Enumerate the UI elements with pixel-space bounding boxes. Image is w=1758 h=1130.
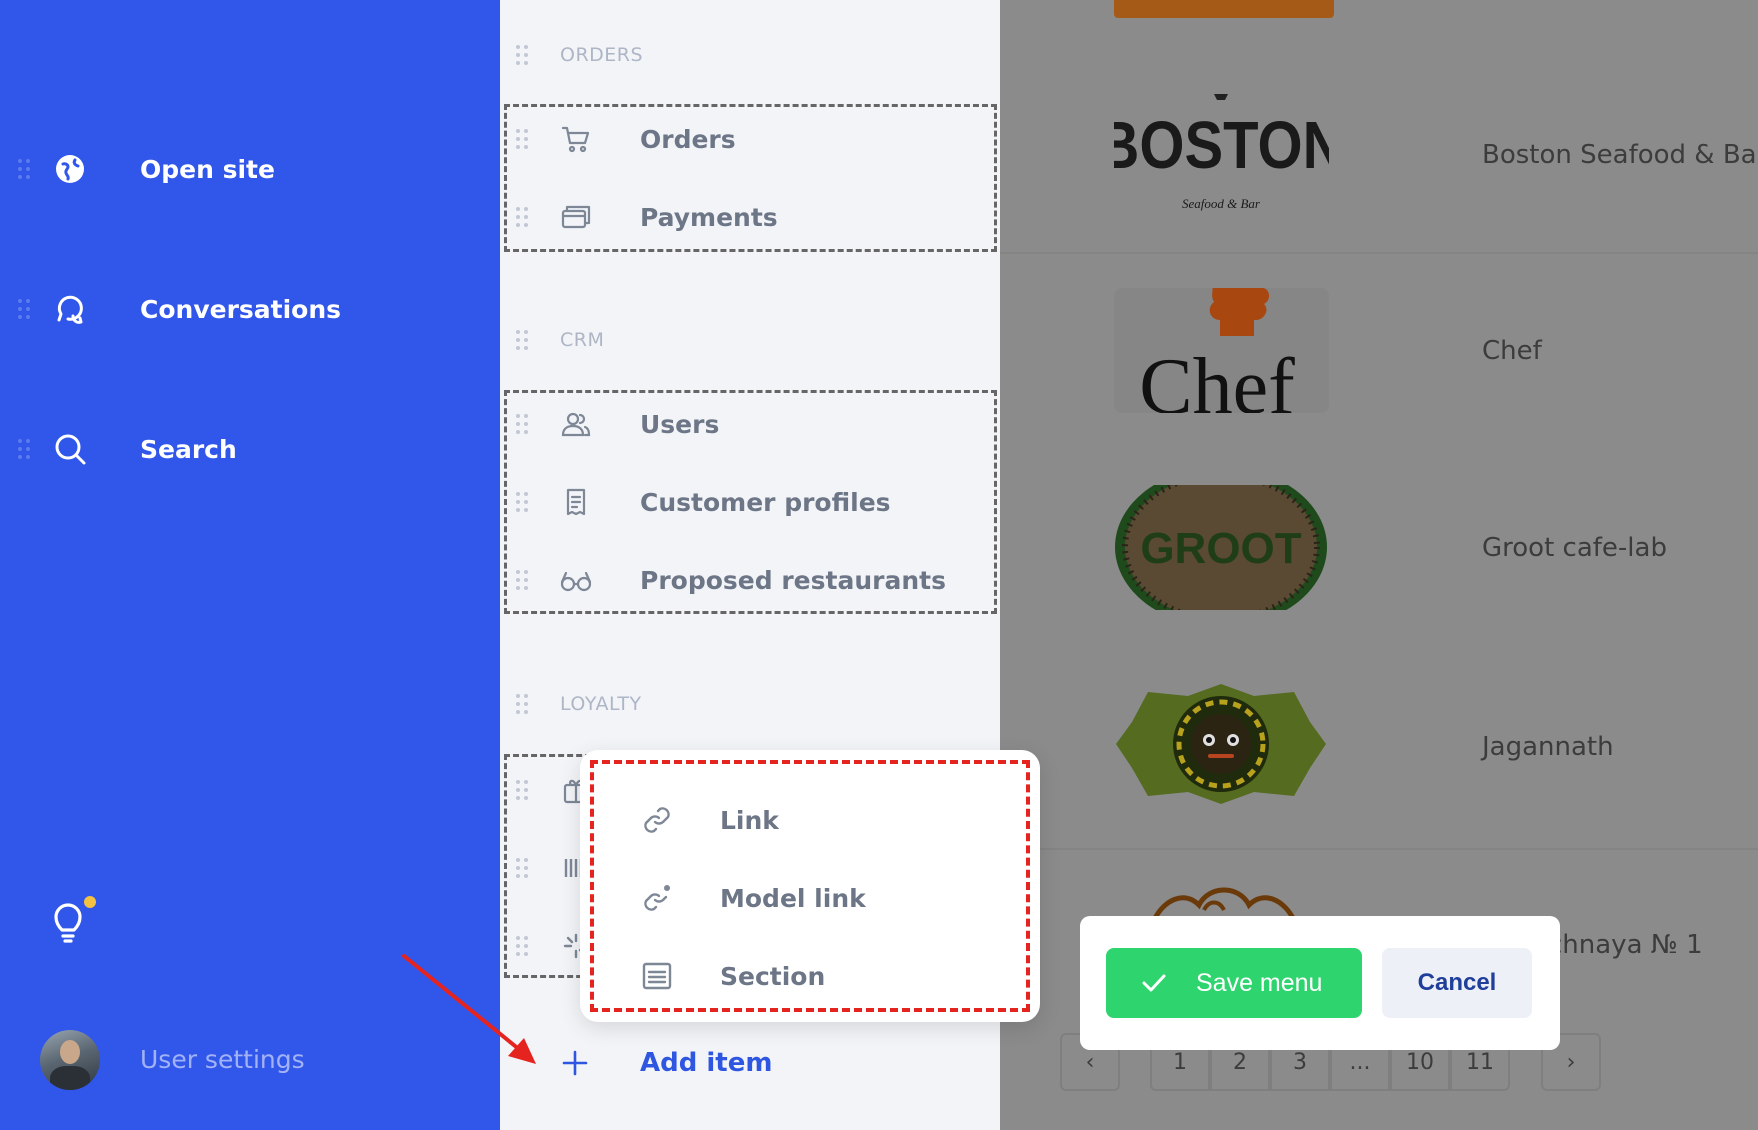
section-title: CRM xyxy=(560,329,605,351)
sidebar-item-open-site[interactable]: Open site xyxy=(0,139,500,199)
restaurant-name[interactable]: Jagannath xyxy=(1482,732,1614,762)
restaurant-logo: Chef xyxy=(1114,288,1329,413)
section-crm[interactable]: CRM xyxy=(500,310,1000,370)
section-loyalty[interactable]: LOYALTY xyxy=(500,674,1000,734)
menu-item-proposed-restaurants[interactable]: Proposed restaurants xyxy=(500,550,1000,610)
model-link-icon xyxy=(640,881,674,915)
svg-text:Chef: Chef xyxy=(1139,343,1295,413)
svg-text:GROOT: GROOT xyxy=(1140,524,1301,573)
drag-handle-icon[interactable] xyxy=(18,437,30,461)
menu-item-customer-profiles[interactable]: Customer profiles xyxy=(500,472,1000,532)
sidebar-item-label: Conversations xyxy=(140,294,342,324)
dropdown-item-label: Section xyxy=(720,961,826,991)
restaurant-logo xyxy=(1114,682,1329,807)
drag-handle-icon[interactable] xyxy=(516,568,528,592)
add-item-label: Add item xyxy=(640,1048,773,1078)
menu-item-orders[interactable]: Orders xyxy=(500,109,1000,169)
menu-item-label: Users xyxy=(640,409,720,439)
drag-handle-icon[interactable] xyxy=(516,127,528,151)
svg-text:BOSTON: BOSTON xyxy=(1114,108,1329,183)
tips-bulb-icon[interactable] xyxy=(52,896,96,946)
save-menu-button[interactable]: Save menu xyxy=(1106,948,1362,1018)
chat-icon xyxy=(52,291,88,327)
dropdown-item-label: Model link xyxy=(720,883,866,913)
drag-handle-icon[interactable] xyxy=(516,490,528,514)
restaurant-name[interactable]: chnaya № 1 xyxy=(1548,930,1703,960)
clipboard-icon xyxy=(560,486,592,518)
section-title: LOYALTY xyxy=(560,693,642,715)
restaurant-logo: BOSTON Seafood & Bar xyxy=(1114,90,1329,215)
drag-handle-icon[interactable] xyxy=(18,157,30,181)
dropdown-item-label: Link xyxy=(720,805,779,835)
add-item-button[interactable]: Add item xyxy=(500,1035,1000,1091)
plus-icon xyxy=(560,1048,590,1078)
menu-item-users[interactable]: Users xyxy=(500,394,1000,454)
header-banner xyxy=(1114,0,1334,18)
dropdown-item-model-link[interactable]: Model link xyxy=(580,868,1040,928)
drag-handle-icon[interactable] xyxy=(516,412,528,436)
menu-item-label: Payments xyxy=(640,202,778,232)
avatar[interactable] xyxy=(40,1030,100,1090)
notification-dot xyxy=(84,896,96,908)
drag-handle-icon[interactable] xyxy=(18,297,30,321)
drag-handle-icon[interactable] xyxy=(516,328,528,352)
add-item-dropdown: Link Model link Section xyxy=(580,750,1040,1022)
menu-item-label: Customer profiles xyxy=(640,487,891,517)
card-icon xyxy=(560,201,592,233)
sidebar-item-search[interactable]: Search xyxy=(0,419,500,479)
restaurant-logo: GROOT xyxy=(1114,485,1329,610)
sidebar-item-conversations[interactable]: Conversations xyxy=(0,279,500,339)
row-divider xyxy=(1000,848,1758,850)
drag-handle-icon[interactable] xyxy=(516,856,528,880)
section-title: ORDERS xyxy=(560,44,644,66)
drag-handle-icon[interactable] xyxy=(516,692,528,716)
menu-item-label: Orders xyxy=(640,124,736,154)
restaurant-name[interactable]: Groot cafe-lab xyxy=(1482,533,1667,563)
annotation-arrow xyxy=(402,954,536,1064)
section-icon xyxy=(640,959,674,993)
users-icon xyxy=(560,408,592,440)
search-icon xyxy=(52,431,88,467)
drag-handle-icon[interactable] xyxy=(516,778,528,802)
row-divider xyxy=(1000,252,1758,254)
drag-handle-icon[interactable] xyxy=(516,43,528,67)
user-settings-link[interactable]: User settings xyxy=(140,1045,305,1074)
menu-item-payments[interactable]: Payments xyxy=(500,187,1000,247)
glasses-icon xyxy=(560,564,592,596)
menu-item-label: Proposed restaurants xyxy=(640,565,946,595)
link-icon xyxy=(640,803,674,837)
check-icon xyxy=(1140,970,1168,999)
save-menu-panel: Save menu Cancel xyxy=(1080,916,1560,1050)
dropdown-item-link[interactable]: Link xyxy=(580,790,1040,850)
restaurant-name[interactable]: Boston Seafood & Bar xyxy=(1482,140,1758,170)
cart-icon xyxy=(560,123,592,155)
globe-icon xyxy=(52,151,88,187)
drag-handle-icon[interactable] xyxy=(516,205,528,229)
save-menu-label: Save menu xyxy=(1196,968,1323,997)
dropdown-item-section[interactable]: Section xyxy=(580,946,1040,1006)
sidebar-item-label: Open site xyxy=(140,154,275,184)
sidebar-item-label: Search xyxy=(140,434,237,464)
section-orders[interactable]: ORDERS xyxy=(500,25,1000,85)
restaurant-name[interactable]: Chef xyxy=(1482,336,1542,366)
svg-text:Seafood & Bar: Seafood & Bar xyxy=(1182,196,1261,211)
cancel-button[interactable]: Cancel xyxy=(1382,948,1532,1018)
